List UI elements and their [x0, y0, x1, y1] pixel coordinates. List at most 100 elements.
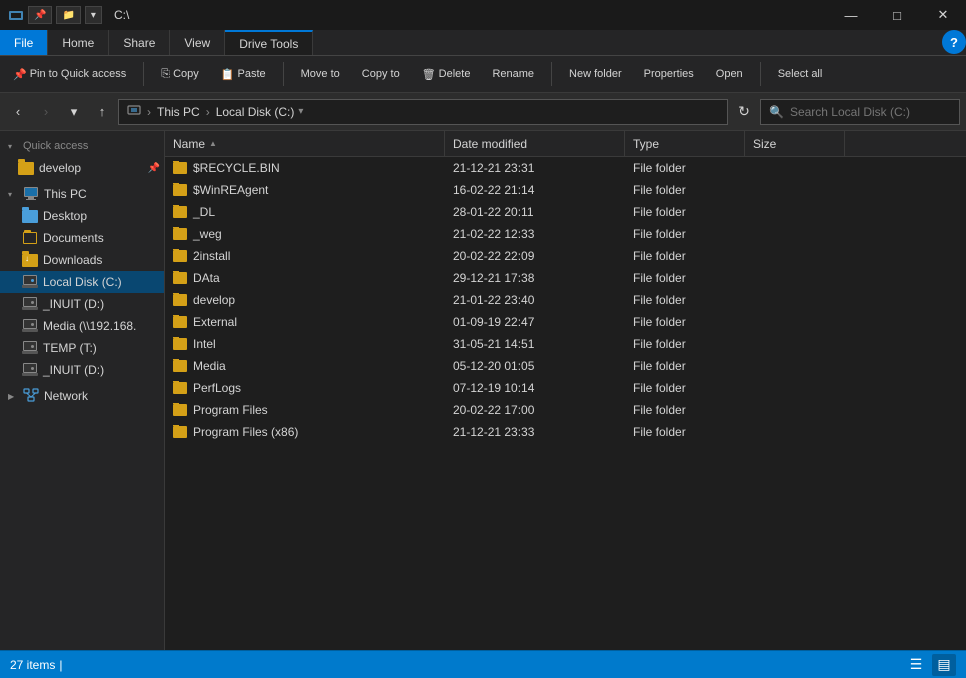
- sidebar-item-temp-t[interactable]: TEMP (T:): [0, 337, 164, 359]
- path-this-pc[interactable]: This PC: [157, 105, 200, 119]
- table-row[interactable]: PerfLogs 07-12-19 10:14 File folder: [165, 377, 966, 399]
- close-button[interactable]: ✕: [920, 0, 966, 30]
- tab-share[interactable]: Share: [109, 30, 170, 55]
- col-hdr-type[interactable]: Type: [625, 131, 745, 156]
- file-name-cell: _DL: [165, 205, 445, 219]
- file-date-cell: 21-01-22 23:40: [445, 293, 625, 307]
- file-type-cell: File folder: [625, 271, 745, 285]
- file-date-cell: 07-12-19 10:14: [445, 381, 625, 395]
- tab-file[interactable]: File: [0, 30, 48, 55]
- sidebar-item-inuit-d[interactable]: _INUIT (D:): [0, 293, 164, 315]
- file-type-cell: File folder: [625, 205, 745, 219]
- help-button[interactable]: ?: [942, 30, 966, 54]
- table-row[interactable]: Program Files 20-02-22 17:00 File folder: [165, 399, 966, 421]
- sidebar-item-documents[interactable]: Documents: [0, 227, 164, 249]
- collapse-arrow-pc: ▾: [8, 190, 18, 199]
- col-type-label: Type: [633, 137, 659, 151]
- pin-indicator: 📌: [148, 163, 164, 174]
- table-row[interactable]: _DL 28-01-22 20:11 File folder: [165, 201, 966, 223]
- file-name-cell: PerfLogs: [165, 381, 445, 395]
- sidebar-item-inuit-d2[interactable]: _INUIT (D:): [0, 359, 164, 381]
- file-type: File folder: [633, 315, 686, 329]
- view-list-button[interactable]: ☰: [904, 654, 928, 676]
- table-row[interactable]: External 01-09-19 22:47 File folder: [165, 311, 966, 333]
- ribbon-btn-delete[interactable]: 🗑 Delete: [413, 60, 480, 88]
- sidebar-item-network[interactable]: ▶ Network: [0, 385, 164, 407]
- table-row[interactable]: 2install 20-02-22 22:09 File folder: [165, 245, 966, 267]
- ribbon-btn-open[interactable]: Open: [707, 60, 752, 88]
- file-name: $WinREAgent: [193, 183, 268, 197]
- table-row[interactable]: DAta 29-12-21 17:38 File folder: [165, 267, 966, 289]
- ribbon-btn-rename[interactable]: Rename: [483, 60, 543, 88]
- table-row[interactable]: develop 21-01-22 23:40 File folder: [165, 289, 966, 311]
- table-row[interactable]: _weg 21-02-22 12:33 File folder: [165, 223, 966, 245]
- file-date: 21-02-22 12:33: [453, 227, 534, 241]
- file-type: File folder: [633, 381, 686, 395]
- sidebar-item-desktop[interactable]: Desktop: [0, 205, 164, 227]
- path-dropdown[interactable]: ▾: [298, 106, 303, 117]
- ribbon-btn-paste[interactable]: 📋 Paste: [212, 60, 275, 88]
- tab-view[interactable]: View: [170, 30, 225, 55]
- drive-icon-d: [22, 296, 38, 312]
- sidebar-this-pc-group[interactable]: ▾ This PC: [0, 179, 164, 205]
- ribbon-sep-4: [760, 62, 761, 86]
- col-hdr-date[interactable]: Date modified: [445, 131, 625, 156]
- table-row[interactable]: Media 05-12-20 01:05 File folder: [165, 355, 966, 377]
- file-date: 20-02-22 17:00: [453, 403, 534, 417]
- qs-btn-1[interactable]: 📌: [28, 6, 52, 24]
- path-local-disk[interactable]: Local Disk (C:): [216, 105, 295, 119]
- title-text: C:\: [114, 8, 129, 22]
- file-type-cell: File folder: [625, 425, 745, 439]
- ribbon-btn-select[interactable]: Select all: [769, 60, 832, 88]
- sidebar-quick-access[interactable]: ▾ Quick access: [0, 131, 164, 157]
- col-hdr-size[interactable]: Size: [745, 131, 845, 156]
- sidebar-item-local-disk[interactable]: Local Disk (C:): [0, 271, 164, 293]
- status-bar: 27 items | ☰ ▤: [0, 650, 966, 678]
- nav-up-button[interactable]: ↑: [90, 100, 114, 124]
- view-detail-button[interactable]: ▤: [932, 654, 956, 676]
- table-row[interactable]: $RECYCLE.BIN 21-12-21 23:31 File folder: [165, 157, 966, 179]
- nav-recent-button[interactable]: ▾: [62, 100, 86, 124]
- folder-icon-sm: [173, 206, 187, 218]
- tab-drive-tools[interactable]: Drive Tools: [225, 30, 313, 55]
- ribbon-btn-copy[interactable]: ⎘ Copy: [152, 60, 208, 88]
- minimize-button[interactable]: —: [828, 0, 874, 30]
- search-input[interactable]: [790, 105, 951, 119]
- file-date: 21-12-21 23:33: [453, 425, 534, 439]
- folder-icon-documents: [22, 230, 38, 246]
- nav-back-button[interactable]: ‹: [6, 100, 30, 124]
- qs-btn-3[interactable]: ▾: [85, 6, 102, 24]
- file-type: File folder: [633, 337, 686, 351]
- nav-forward-button[interactable]: ›: [34, 100, 58, 124]
- ribbon-btn-pin[interactable]: 📌 Pin to Quick access: [4, 60, 135, 88]
- collapse-arrow-network: ▶: [8, 392, 18, 401]
- col-sort-name: ▲: [209, 139, 217, 148]
- tab-home[interactable]: Home: [48, 30, 109, 55]
- maximize-button[interactable]: □: [874, 0, 920, 30]
- ribbon-btn-copyto[interactable]: Copy to: [353, 60, 409, 88]
- pc-icon: [23, 186, 39, 202]
- file-type: File folder: [633, 249, 686, 263]
- col-hdr-name[interactable]: Name ▲: [165, 131, 445, 156]
- sidebar-item-media-net[interactable]: Media (\\192.168.: [0, 315, 164, 337]
- table-row[interactable]: Intel 31-05-21 14:51 File folder: [165, 333, 966, 355]
- address-path[interactable]: › This PC › Local Disk (C:) ▾: [118, 99, 728, 125]
- sidebar-label-network: Network: [44, 389, 88, 403]
- table-row[interactable]: $WinREAgent 16-02-22 21:14 File folder: [165, 179, 966, 201]
- file-name-cell: DAta: [165, 271, 445, 285]
- file-name: External: [193, 315, 237, 329]
- sidebar-item-downloads[interactable]: ↓ Downloads: [0, 249, 164, 271]
- file-type-cell: File folder: [625, 249, 745, 263]
- file-date-cell: 21-12-21 23:33: [445, 425, 625, 439]
- table-row[interactable]: Program Files (x86) 21-12-21 23:33 File …: [165, 421, 966, 443]
- refresh-button[interactable]: ↻: [732, 100, 756, 124]
- ribbon-btn-move[interactable]: Move to: [292, 60, 349, 88]
- sidebar-item-develop[interactable]: develop 📌: [0, 157, 164, 179]
- file-date: 29-12-21 17:38: [453, 271, 534, 285]
- file-type: File folder: [633, 161, 686, 175]
- file-date: 31-05-21 14:51: [453, 337, 534, 351]
- file-type-cell: File folder: [625, 315, 745, 329]
- qs-btn-2[interactable]: 📁: [56, 6, 80, 24]
- ribbon-btn-newfolder[interactable]: New folder: [560, 60, 631, 88]
- ribbon-btn-properties[interactable]: Properties: [635, 60, 703, 88]
